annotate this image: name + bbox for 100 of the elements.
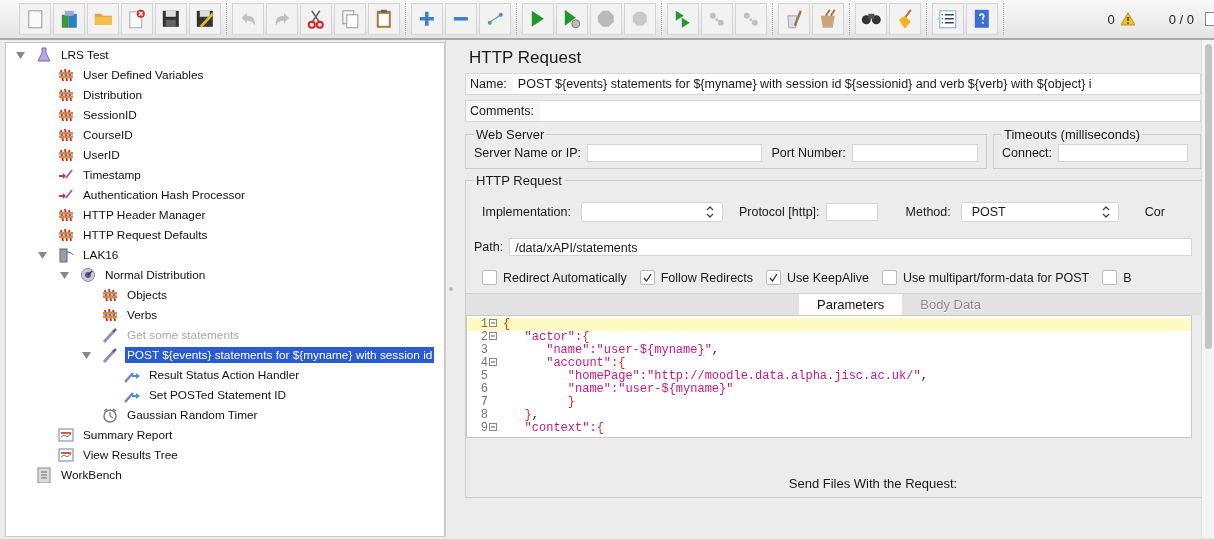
disclosure-triangle[interactable] xyxy=(16,50,25,60)
dots-icon xyxy=(742,10,760,28)
tree-item[interactable]: Authentication Hash Processor xyxy=(81,187,247,203)
checkbox-label: B xyxy=(1123,270,1132,285)
tree-item[interactable]: LAK16 xyxy=(81,247,121,263)
broom-jar-icon xyxy=(785,8,803,30)
tree-item[interactable]: View Results Tree xyxy=(81,447,180,463)
undo-arrow-icon xyxy=(239,10,257,28)
pipette-icon xyxy=(102,347,118,363)
toggle-button[interactable] xyxy=(479,3,511,35)
scrollbar[interactable] xyxy=(1201,40,1214,537)
list-icon xyxy=(938,8,958,30)
fold-box-icon[interactable] xyxy=(489,319,497,327)
start-no-pauses-button[interactable] xyxy=(556,3,588,35)
code-line: "context":{ xyxy=(523,422,604,435)
line-number: 1 xyxy=(480,318,488,331)
tree-item[interactable]: WorkBench xyxy=(59,467,124,483)
expand-button[interactable] xyxy=(411,3,443,35)
field-label: Port Number: xyxy=(771,146,846,160)
tree-item[interactable]: Gaussian Random Timer xyxy=(125,407,260,423)
templates-button[interactable] xyxy=(53,3,85,35)
save-as-button[interactable] xyxy=(189,3,221,35)
checkbox[interactable] xyxy=(482,270,497,285)
clear-button[interactable] xyxy=(778,3,810,35)
disclosure-triangle[interactable] xyxy=(38,250,47,260)
checkbox-label: Use multipart/form-data for POST xyxy=(903,270,1090,285)
tree-item[interactable]: LRS Test xyxy=(59,47,111,63)
close-button[interactable] xyxy=(121,3,153,35)
checkbox[interactable] xyxy=(882,270,898,285)
method-dropdown[interactable]: POST xyxy=(960,202,1119,222)
path-field[interactable]: /data/xAPI/statements xyxy=(509,238,1192,256)
field-label: Server Name or IP: xyxy=(474,146,581,160)
tree-item[interactable]: CourseID xyxy=(81,127,135,143)
tree-item[interactable]: Result Status Action Handler xyxy=(147,367,302,383)
fold-box-icon[interactable] xyxy=(489,332,497,340)
tree-item[interactable]: POST ${events} statements for ${myname} with session id xyxy=(125,347,435,363)
line-number: 7 xyxy=(480,396,488,409)
tree-item[interactable]: Verbs xyxy=(125,307,160,323)
octagon-icon xyxy=(596,9,616,29)
help-button[interactable] xyxy=(966,3,998,35)
hash-grid-icon xyxy=(58,227,74,243)
start-button[interactable] xyxy=(522,3,554,35)
tree-item[interactable]: Distribution xyxy=(81,87,144,103)
disclosure-triangle[interactable] xyxy=(60,270,69,280)
check-mark-icon xyxy=(769,273,779,282)
disclosure-triangle[interactable] xyxy=(82,350,91,360)
folder-icon xyxy=(92,11,114,27)
cut-button[interactable] xyxy=(300,3,332,35)
function-helper-button[interactable] xyxy=(932,3,964,35)
checkbox[interactable] xyxy=(639,270,655,285)
chart-window-icon xyxy=(58,427,74,443)
play-clock-icon xyxy=(562,8,582,30)
copy-button[interactable] xyxy=(334,3,366,35)
server-field[interactable] xyxy=(587,144,762,162)
tree-item[interactable]: Timestamp xyxy=(81,167,143,183)
tree-item[interactable]: SessionID xyxy=(81,107,139,123)
open-button[interactable] xyxy=(87,3,119,35)
line-number: 3 xyxy=(480,344,488,357)
code-editor[interactable]: 1 { 2 "actor":{ 3 "name":"user-${myname}", 4 "account":{ 5 "homePage":"http://moodle.data.alpha.jisc.ac.uk/", 6 "name":"user-${myname}" 7 } 8 }, 9 "context":{ xyxy=(466,315,1192,438)
check-mark-icon xyxy=(642,273,652,282)
hash-grid-icon xyxy=(58,207,74,223)
tree-item[interactable]: User Defined Variables xyxy=(81,67,206,83)
document-x-icon xyxy=(127,8,147,30)
line-number: 8 xyxy=(480,409,488,422)
help-book-icon xyxy=(973,8,991,30)
tree-item[interactable]: Summary Report xyxy=(81,427,175,443)
remote-start-button[interactable] xyxy=(667,3,699,35)
tree-item[interactable]: HTTP Request Defaults xyxy=(81,227,210,243)
checkbox[interactable] xyxy=(1102,270,1118,285)
save-button[interactable] xyxy=(155,3,187,35)
tree-item[interactable]: Set POSTed Statement ID xyxy=(147,387,289,403)
fold-box-icon[interactable] xyxy=(489,423,497,431)
octagon-icon xyxy=(631,10,649,28)
redo-arrow-icon xyxy=(273,10,291,28)
checkbox[interactable] xyxy=(766,270,782,285)
hash-grid-icon xyxy=(102,287,118,303)
tree-item[interactable]: HTTP Header Manager xyxy=(81,207,208,223)
new-button[interactable] xyxy=(19,3,51,35)
minus-icon xyxy=(452,17,470,21)
protocol-field[interactable] xyxy=(825,203,878,221)
field-label: Method: xyxy=(905,205,951,219)
port-field[interactable] xyxy=(851,144,978,162)
tab[interactable]: Parameters xyxy=(799,294,903,315)
tree-item[interactable]: Normal Distribution xyxy=(103,267,208,283)
hash-grid-icon xyxy=(102,307,118,323)
collapse-button[interactable] xyxy=(445,3,477,35)
search-button[interactable] xyxy=(855,3,887,35)
paste-button[interactable] xyxy=(368,3,400,35)
fold-box-icon[interactable] xyxy=(489,358,497,366)
checkbox-label: Redirect Automatically xyxy=(503,270,627,285)
tree-item[interactable]: UserID xyxy=(81,147,122,163)
hash-grid-icon xyxy=(58,127,74,143)
code-line: { xyxy=(503,318,511,331)
dial-icon xyxy=(80,267,96,283)
field-label: Connect: xyxy=(1002,146,1053,160)
connect-field[interactable] xyxy=(1058,144,1189,162)
clear-all-button[interactable] xyxy=(812,3,844,35)
flask-icon xyxy=(36,47,52,63)
brooms-icon xyxy=(819,8,837,30)
tree-item[interactable]: Objects xyxy=(125,287,169,303)
